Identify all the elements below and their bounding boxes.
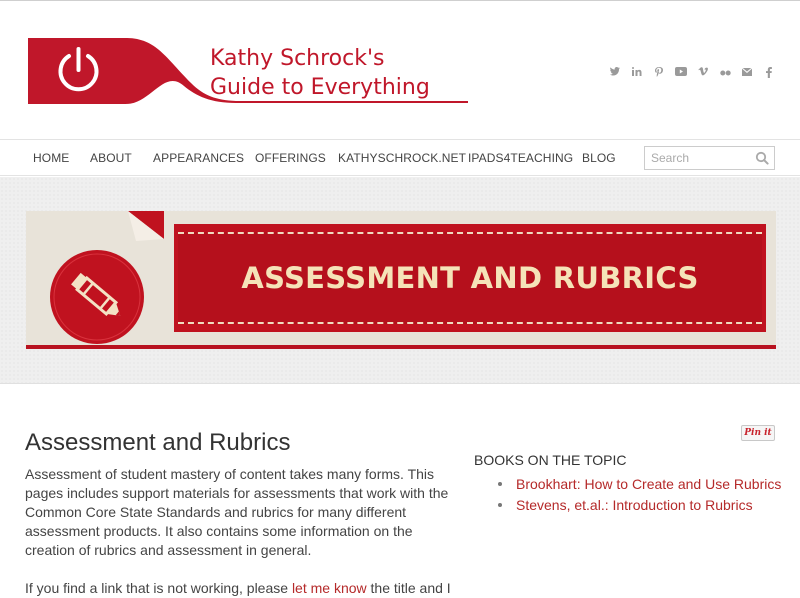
nav-item-kathyschrock-net[interactable]: KATHYSCHROCK.NET [338,151,466,165]
books-heading: BOOKS ON THE TOPIC [474,452,627,468]
book-link-stevens[interactable]: Stevens, et.al.: Introduction to Rubrics [516,497,753,513]
nav-item-about[interactable]: ABOUT [90,151,132,165]
search-input[interactable] [645,147,750,169]
banner-ribbon: ASSESSMENT AND RUBRICS [174,224,766,332]
vimeo-icon[interactable] [692,67,714,81]
facebook-icon[interactable] [758,67,780,81]
folded-corner-icon [128,211,164,241]
logo-line-2: Guide to Everything [210,75,430,100]
email-icon[interactable] [736,67,758,81]
page-title: Assessment and Rubrics [25,429,291,456]
search-icon[interactable] [755,151,769,165]
search-box [644,146,775,170]
nav-item-appearances[interactable]: APPEARANCES [153,151,244,165]
intro-paragraph: Assessment of student mastery of content… [25,466,449,558]
pencil-icon [50,250,144,344]
pin-it-button[interactable]: Pin it [741,425,775,441]
nav-item-ipads4teaching[interactable]: IPADS4TEACHING [468,151,573,165]
site-header: Kathy Schrock's Guide to Everything [0,1,800,139]
sidebar-books: BOOKS ON THE TOPIC Brookhart: How to Cre… [474,451,784,516]
nav-item-blog[interactable]: BLOG [582,151,616,165]
banner-underline [26,345,776,349]
linkedin-icon[interactable] [626,67,648,81]
main-content: Assessment and Rubrics Assessment of stu… [25,400,455,598]
twitter-icon[interactable] [604,67,626,81]
logo-title: Kathy Schrock's Guide to Everything [210,44,430,102]
logo-line-1: Kathy Schrock's [210,46,385,71]
banner-title: ASSESSMENT AND RUBRICS [241,261,699,295]
broken-link-paragraph: If you find a link that is not working, … [25,579,455,598]
pinterest-icon[interactable] [648,67,670,81]
social-links [604,67,780,81]
youtube-icon[interactable] [670,67,692,81]
banner-band: ASSESSMENT AND RUBRICS [0,177,800,384]
flickr-icon[interactable] [714,67,736,81]
list-item: Brookhart: How to Create and Use Rubrics [474,474,784,495]
banner-ribbon-inner: ASSESSMENT AND RUBRICS [178,232,762,324]
nav-item-home[interactable]: HOME [33,151,69,165]
list-item: Stevens, et.al.: Introduction to Rubrics [474,495,784,516]
banner-image: ASSESSMENT AND RUBRICS [26,211,776,345]
let-me-know-link[interactable]: let me know [292,580,367,596]
main-nav: HOME ABOUT APPEARANCES OFFERINGS KATHYSC… [0,139,800,176]
book-link-brookhart[interactable]: Brookhart: How to Create and Use Rubrics [516,476,781,492]
nav-item-offerings[interactable]: OFFERINGS [255,151,326,165]
paragraph-text-before: If you find a link that is not working, … [25,580,292,596]
books-list: Brookhart: How to Create and Use Rubrics… [474,474,784,516]
